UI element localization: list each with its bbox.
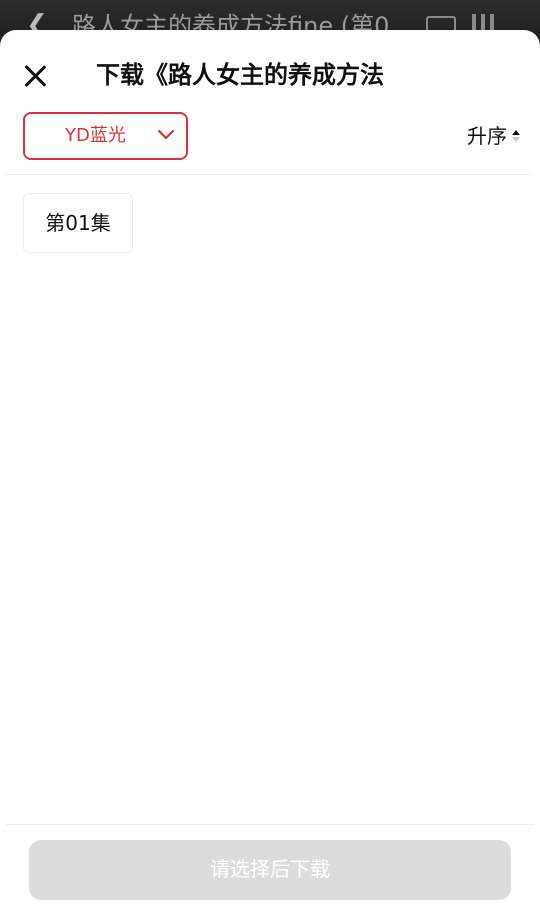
sort-label: 升序 <box>467 124 507 148</box>
source-select[interactable]: YD蓝光 <box>23 112 188 160</box>
divider <box>6 824 534 825</box>
sort-button[interactable]: 升序 <box>467 124 520 148</box>
sort-arrows-icon <box>512 130 520 142</box>
close-icon[interactable] <box>22 63 48 89</box>
download-button[interactable]: 请选择后下载 <box>29 840 511 900</box>
divider <box>6 174 534 175</box>
source-select-label: YD蓝光 <box>65 125 126 146</box>
chevron-down-icon <box>158 129 174 140</box>
episode-item[interactable]: 第01集 <box>23 193 133 253</box>
sheet-title: 下载《路人女主的养成方法 <box>96 61 384 89</box>
download-sheet: 下载《路人女主的养成方法 YD蓝光 升序 第01集 请选择后下载 <box>0 30 540 924</box>
